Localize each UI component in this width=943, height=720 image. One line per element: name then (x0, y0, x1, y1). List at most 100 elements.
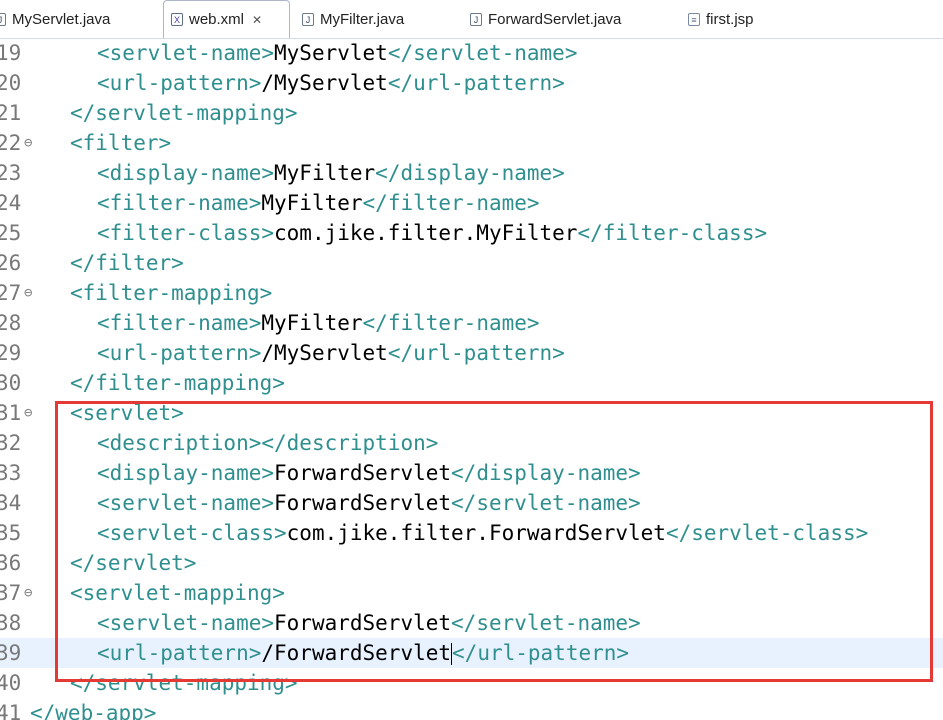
code-line[interactable]: 19 <servlet-name>MyServlet</servlet-name> (0, 38, 943, 68)
tab-label: ForwardServlet.java (488, 10, 622, 28)
xml-close-tag: </servlet-class> (665, 521, 869, 545)
code-line[interactable]: 28 <filter-name>MyFilter</filter-name> (0, 308, 943, 338)
code-text: </filter> (70, 248, 184, 278)
code-line[interactable]: 37 ⊖ <servlet-mapping> (0, 578, 943, 608)
xml-close-tag: </url-pattern> (387, 341, 565, 365)
code-text: <filter-class>com.jike.filter.MyFilter</… (97, 218, 767, 248)
code-line[interactable]: 33 <display-name>ForwardServlet</display-… (0, 458, 943, 488)
xml-open-tag: </servlet> (70, 551, 197, 575)
editor-tab-bar: J MyServlet.java X web.xml ✕ J MyFilter.… (0, 0, 943, 39)
code-text: </servlet-mapping> (70, 668, 298, 698)
xml-open-tag: <filter-name> (97, 191, 262, 215)
code-text: <display-name>ForwardServlet</display-na… (97, 458, 641, 488)
code-text: <servlet-class>com.jike.filter.ForwardSe… (97, 518, 868, 548)
code-line[interactable]: 27 ⊖ <filter-mapping> (0, 278, 943, 308)
code-line[interactable]: 22 ⊖ <filter> (0, 128, 943, 158)
xml-text-content: com.jike.filter.ForwardServlet (286, 521, 666, 545)
tab-first-jsp[interactable]: ≡ first.jsp (688, 0, 754, 38)
code-text: <display-name>MyFilter</display-name> (97, 158, 565, 188)
xml-open-tag: <servlet-name> (97, 41, 275, 65)
line-number: 40 (0, 671, 22, 695)
java-file-icon: J (0, 12, 6, 26)
xml-open-tag: </servlet-mapping> (70, 671, 298, 695)
xml-open-tag: <filter-name> (97, 311, 262, 335)
xml-close-tag: </display-name> (375, 161, 565, 185)
line-number: 26 (0, 251, 22, 275)
line-number: 29 (0, 341, 22, 365)
code-line[interactable]: 24 <filter-name>MyFilter</filter-name> (0, 188, 943, 218)
code-line[interactable]: 20 <url-pattern>/MyServlet</url-pattern> (0, 68, 943, 98)
code-line[interactable]: 38 <servlet-name>ForwardServlet</servlet-… (0, 608, 943, 638)
fold-toggle-icon[interactable]: ⊖ (24, 128, 32, 158)
xml-text-content: MyFilter (261, 191, 363, 215)
jsp-file-icon: ≡ (688, 12, 700, 26)
line-number: 25 (0, 221, 22, 245)
tab-myfilter-java[interactable]: J MyFilter.java (302, 0, 404, 38)
tab-web-xml[interactable]: X web.xml ✕ (163, 0, 290, 38)
code-text: <url-pattern>/ForwardServlet</url-patter… (97, 638, 629, 668)
xml-close-tag: </description> (261, 431, 439, 455)
code-line[interactable]: 36 </servlet> (0, 548, 943, 578)
code-line[interactable]: 23 <display-name>MyFilter</display-name> (0, 158, 943, 188)
xml-text-content: /ForwardServlet (261, 641, 452, 665)
xml-close-tag: </display-name> (451, 461, 641, 485)
xml-open-tag: <servlet-mapping> (70, 581, 285, 605)
xml-open-tag: <filter> (70, 131, 172, 155)
code-text: <servlet> (70, 398, 184, 428)
line-number: 39 (0, 641, 22, 665)
code-line[interactable]: 21 </servlet-mapping> (0, 98, 943, 128)
code-line[interactable]: 40 </servlet-mapping> (0, 668, 943, 698)
java-file-icon: J (470, 12, 482, 26)
code-line[interactable]: 29 <url-pattern>/MyServlet</url-pattern> (0, 338, 943, 368)
xml-text-content: com.jike.filter.MyFilter (274, 221, 578, 245)
xml-close-tag: </servlet-name> (451, 611, 641, 635)
code-line[interactable]: 41 </web-app> (0, 698, 943, 720)
tab-myservlet-java[interactable]: J MyServlet.java (0, 0, 110, 38)
xml-text-content: /MyServlet (261, 341, 388, 365)
code-text: <filter> (70, 128, 171, 158)
xml-open-tag: </filter> (70, 251, 184, 275)
code-text: <servlet-name>ForwardServlet</servlet-na… (97, 488, 641, 518)
xml-open-tag: <display-name> (97, 461, 275, 485)
code-text: <url-pattern>/MyServlet</url-pattern> (97, 338, 565, 368)
fold-toggle-icon[interactable]: ⊖ (24, 578, 32, 608)
fold-toggle-icon[interactable]: ⊖ (24, 398, 32, 428)
xml-text-content: ForwardServlet (274, 491, 452, 515)
tab-forwardservlet-java[interactable]: J ForwardServlet.java (470, 0, 621, 38)
xml-text-content: MyFilter (274, 161, 376, 185)
xml-open-tag: <url-pattern> (97, 341, 262, 365)
code-text: <servlet-mapping> (70, 578, 285, 608)
code-text: <servlet-name>MyServlet</servlet-name> (97, 38, 577, 68)
xml-open-tag: <servlet-name> (97, 611, 275, 635)
line-number: 33 (0, 461, 22, 485)
xml-close-tag: </url-pattern> (452, 641, 630, 665)
code-line[interactable]: 26 </filter> (0, 248, 943, 278)
xml-open-tag: <filter-class> (97, 221, 275, 245)
xml-close-tag: </servlet-name> (387, 41, 578, 65)
tab-label: web.xml (189, 11, 245, 28)
code-line[interactable]: 25 <filter-class>com.jike.filter.MyFilter… (0, 218, 943, 248)
code-text: <filter-mapping> (70, 278, 272, 308)
code-line[interactable]: 30 </filter-mapping> (0, 368, 943, 398)
code-line[interactable]: 32 <description></description> (0, 428, 943, 458)
line-number: 23 (0, 161, 22, 185)
xml-open-tag: <display-name> (97, 161, 275, 185)
xml-code-editor[interactable]: 19 <servlet-name>MyServlet</servlet-name>… (0, 38, 943, 720)
xml-text-content: MyServlet (274, 41, 388, 65)
xml-close-tag: </filter-name> (362, 191, 540, 215)
code-text: </filter-mapping> (70, 368, 285, 398)
xml-close-tag: </filter-name> (362, 311, 540, 335)
xml-text-content: ForwardServlet (274, 461, 452, 485)
code-text: <description></description> (97, 428, 438, 458)
xml-text-content: /MyServlet (261, 71, 388, 95)
xml-open-tag: <url-pattern> (97, 641, 262, 665)
fold-toggle-icon[interactable]: ⊖ (24, 278, 32, 308)
xml-close-tag: </servlet-name> (451, 491, 641, 515)
code-line[interactable]: 34 <servlet-name>ForwardServlet</servlet-… (0, 488, 943, 518)
close-tab-icon[interactable]: ✕ (252, 13, 262, 27)
xml-open-tag: <servlet> (70, 401, 184, 425)
code-line[interactable]: 31 ⊖ <servlet> (0, 398, 943, 428)
code-line[interactable]: 35 <servlet-class>com.jike.filter.Forward… (0, 518, 943, 548)
xml-open-tag: </servlet-mapping> (70, 101, 298, 125)
code-line[interactable]: 39 <url-pattern>/ForwardServlet</url-patt… (0, 638, 943, 668)
